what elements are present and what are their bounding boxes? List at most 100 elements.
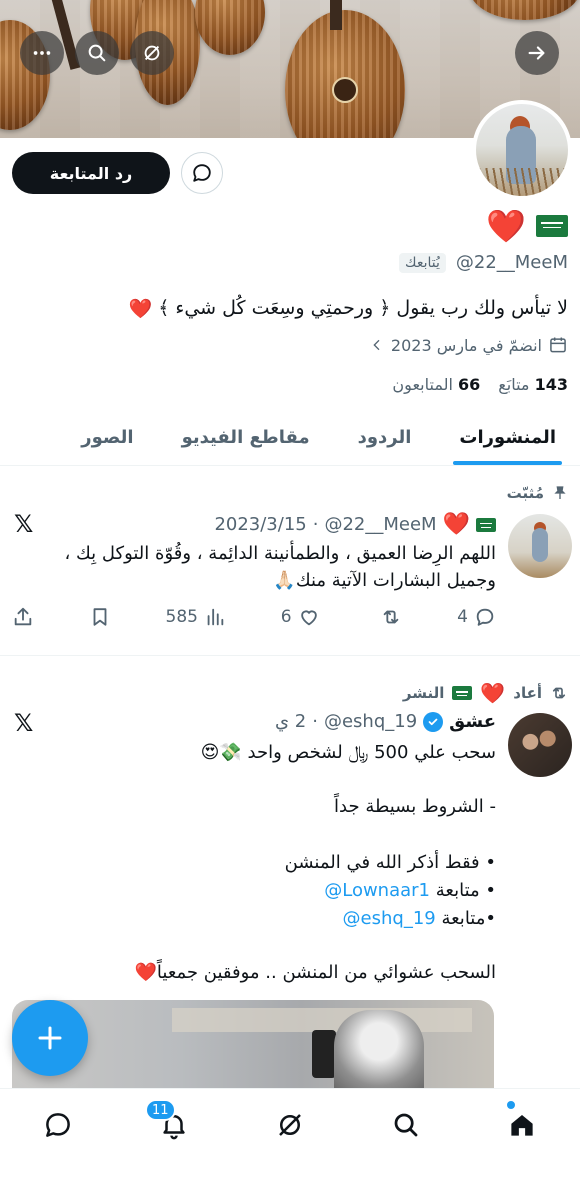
compose-button[interactable] [12,1000,88,1076]
nav-messages[interactable] [38,1105,78,1145]
profile-avatar[interactable] [472,100,572,200]
profile-bio: لا تيأس ولك رب يقول ﴿ ورحمتِي وسِعَت كُل… [12,297,568,320]
tab-replies[interactable]: الردود [334,410,436,465]
oud-neck [330,0,342,30]
share-button[interactable] [12,606,34,628]
reply-icon [476,608,494,626]
verified-badge-icon [423,711,444,732]
heart-emoji: ❤️ [442,512,470,537]
search-icon [394,1113,418,1137]
post-handle[interactable]: @22__MeeM [324,514,436,535]
follows-you-badge: يُتابعك [399,252,446,273]
grok-icon [279,1114,301,1136]
followers-label: المتابعون [392,375,453,394]
bottom-navigation: 11 [0,1088,580,1200]
banknote-clocktower [312,1030,336,1078]
messages-icon [46,1113,70,1137]
handle-row: @22__MeeM يُتابعك [399,252,568,273]
followers-count: 66 [457,375,481,394]
calendar-icon [550,337,566,353]
following-count: 143 [534,375,568,394]
post-handle[interactable]: @eshq_19 [324,711,417,732]
post-avatar[interactable] [508,713,572,777]
repost-context: أعاد ❤️ النشر [403,681,568,705]
saudi-flag-icon [536,215,568,237]
post-text: اللهم الرِضا العميق ، والطمأنينة الدائِم… [64,543,496,591]
like-count: 6 [280,607,292,627]
nav-grok[interactable] [270,1105,310,1145]
following-stat[interactable]: 143 متابَع [498,375,568,394]
post-avatar[interactable] [508,514,572,578]
mention-link[interactable]: @Lownaar1 [324,877,430,904]
followers-stat[interactable]: 66 المتابعون [392,375,480,394]
grok-icon [144,45,160,61]
views-button[interactable]: 585 [166,606,226,628]
profile-tabs: المنشورات الردود مقاطع الفيديو الصور [0,410,580,466]
search-icon [88,44,106,62]
chevron-left-icon [373,339,380,351]
banknote-portrait [334,1010,424,1090]
reply-button[interactable]: 4 [457,606,496,628]
pin-icon [554,486,566,499]
reply-count: 4 [457,607,468,627]
notifications-badge: 11 [145,1099,176,1121]
post-text-line: • فقط أذكر الله في المنشن [284,852,496,873]
repost-icon [552,687,566,699]
following-label: متابَع [498,375,530,394]
home-unread-dot [507,1101,515,1109]
more-button[interactable] [20,31,64,75]
repost-suffix: النشر [402,684,445,702]
bookmark-icon [93,608,107,626]
heart-emoji: ❤️ [480,681,506,705]
tab-posts[interactable]: المنشورات [435,410,580,465]
bio-heart-emoji: ❤️ [128,298,153,320]
x-logo-icon: 𝕏 [14,510,34,538]
bio-text: لا تيأس ولك رب يقول ﴿ ورحمتِي وسِعَت كُل… [158,297,568,319]
post-header: ❤️ @22__MeeM · 2023/3/15 [214,512,496,537]
pinned-post[interactable]: مُثبّت ❤️ @22__MeeM · 2023/3/15 𝕏 اللهم … [0,468,580,656]
pinned-context: مُثبّت [507,484,568,502]
plus-icon [38,1026,62,1050]
mention-link[interactable]: @eshq_19 [343,905,436,932]
join-date-text: انضمّ في مارس 2023 [390,335,542,355]
views-icon [207,608,224,626]
author-name[interactable]: عشق [449,711,496,732]
like-button[interactable]: 6 [281,606,320,628]
post-text-line: •متابعة @eshq_19 [12,905,496,932]
post-text-line: سحب علي 500 ﷼ لشخص واحد 💸😍 [200,742,496,763]
repost-button[interactable] [374,606,402,628]
post-time[interactable]: 2 ي [275,711,306,732]
back-button[interactable] [515,31,559,75]
tab-photos[interactable]: الصور [57,410,157,465]
saudi-flag-icon [452,686,473,700]
post-text-line: • متابعة @Lownaar1 [12,877,496,904]
more-icon [33,51,51,55]
pinned-label: مُثبّت [506,484,544,502]
saudi-flag-icon [476,517,496,532]
search-button[interactable] [75,31,119,75]
follow-stats: 143 متابَع 66 المتابعون [392,375,568,394]
profile-handle: @22__MeeM [455,252,568,273]
nav-search[interactable] [386,1105,426,1145]
condition-follow-1: • متابعة [435,880,496,901]
x-logo-icon: 𝕏 [14,709,34,737]
nav-home[interactable] [502,1105,542,1145]
post-text-line: السحب عشوائي من المنشن .. موفقين جمعياً❤… [134,962,496,983]
share-icon [14,607,32,626]
display-name: ❤️ [486,210,568,242]
follow-back-button[interactable]: رد المتابعة [12,152,170,194]
messages-icon [193,164,211,182]
post-date[interactable]: 2023/3/15 [214,514,306,535]
condition-follow-2: •متابعة [441,908,496,929]
message-button[interactable] [181,152,223,194]
back-arrow-icon [528,46,545,60]
tab-videos[interactable]: مقاطع الفيديو [158,410,334,465]
repost-icon [384,610,399,624]
post-text-line: - الشروط بسيطة جداً [334,796,496,817]
grok-button[interactable] [130,31,174,75]
heart-emoji: ❤️ [486,207,526,245]
post-header: عشق @eshq_19 · 2 ي [274,711,496,732]
home-icon [511,1115,533,1136]
bookmark-button[interactable] [89,606,111,628]
banknote-header [172,1008,472,1032]
